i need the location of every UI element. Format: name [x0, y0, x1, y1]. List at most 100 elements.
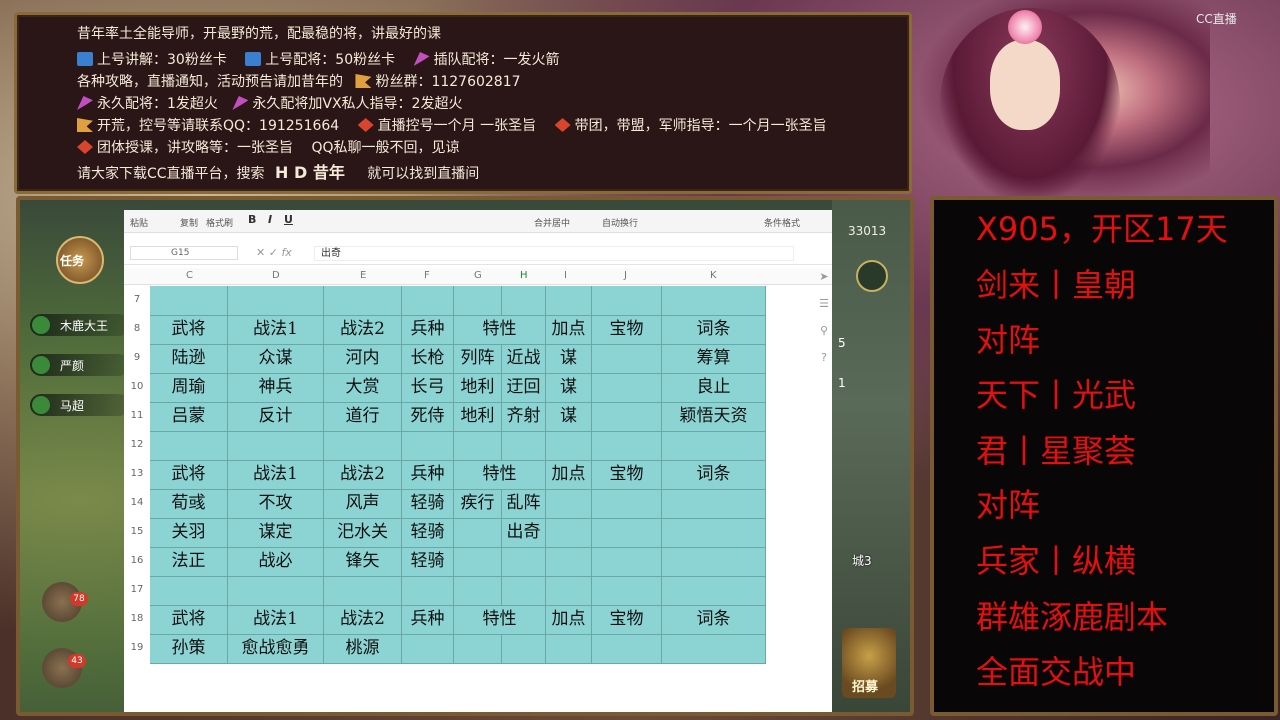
table-cell[interactable] [592, 286, 662, 315]
table-cell[interactable]: 宝物 [592, 460, 662, 489]
table-cell[interactable]: 桃源 [324, 634, 402, 663]
row-number[interactable]: 11 [124, 410, 150, 421]
table-cell[interactable]: 战法2 [324, 315, 402, 344]
table-cell[interactable] [546, 634, 592, 663]
table-cell[interactable] [546, 489, 592, 518]
table-cell[interactable] [592, 373, 662, 402]
table-cell[interactable]: 谋定 [228, 518, 324, 547]
row-number[interactable]: 12 [124, 439, 150, 450]
table-cell[interactable]: 迂回 [502, 373, 546, 402]
table-cell[interactable]: 词条 [662, 460, 766, 489]
table-cell[interactable] [402, 576, 454, 605]
table-cell[interactable]: 轻骑 [402, 489, 454, 518]
column-label[interactable]: H [520, 270, 528, 281]
table-cell[interactable] [546, 547, 592, 576]
table-cell[interactable]: 大赏 [324, 373, 402, 402]
table-cell[interactable]: 兵种 [402, 315, 454, 344]
table-cell[interactable] [402, 286, 454, 315]
table-cell[interactable] [546, 431, 592, 460]
table-cell[interactable]: 战法1 [228, 315, 324, 344]
table-cell[interactable]: 近战 [502, 344, 546, 373]
table-cell[interactable]: 道行 [324, 402, 402, 431]
table-cell[interactable]: 长弓 [402, 373, 454, 402]
table-cell[interactable]: 颖悟天资 [662, 402, 766, 431]
table-cell[interactable] [592, 547, 662, 576]
table-cell[interactable] [454, 576, 502, 605]
table-cell[interactable] [546, 518, 592, 547]
table-cell[interactable] [662, 286, 766, 315]
row-number[interactable]: 13 [124, 468, 150, 479]
table-cell[interactable]: 法正 [150, 547, 228, 576]
table-cell[interactable] [502, 431, 546, 460]
table-cell[interactable]: 筹算 [662, 344, 766, 373]
table-cell[interactable]: 特性 [454, 605, 546, 634]
row-number[interactable]: 8 [124, 323, 150, 334]
table-cell[interactable]: 轻骑 [402, 547, 454, 576]
table-cell[interactable]: 谋 [546, 373, 592, 402]
table-cell[interactable]: 陆逊 [150, 344, 228, 373]
table-cell[interactable]: 出奇 [502, 518, 546, 547]
row-number[interactable]: 10 [124, 381, 150, 392]
table-cell[interactable]: 武将 [150, 605, 228, 634]
row-number[interactable]: 14 [124, 497, 150, 508]
table-cell[interactable] [454, 634, 502, 663]
table-cell[interactable]: 特性 [454, 315, 546, 344]
table-cell[interactable]: 汜水关 [324, 518, 402, 547]
table-cell[interactable]: 宝物 [592, 605, 662, 634]
table-cell[interactable]: 武将 [150, 315, 228, 344]
row-number[interactable]: 19 [124, 642, 150, 653]
table-cell[interactable] [592, 576, 662, 605]
cell-reference-box[interactable]: G15 [130, 246, 238, 260]
column-label[interactable]: E [360, 270, 366, 281]
table-cell[interactable] [546, 286, 592, 315]
underline-button[interactable]: U [284, 213, 293, 226]
table-cell[interactable]: 特性 [454, 460, 546, 489]
column-label[interactable]: C [186, 270, 193, 281]
table-cell[interactable]: 战必 [228, 547, 324, 576]
help-icon[interactable]: ? [814, 351, 834, 364]
table-cell[interactable]: 锋矢 [324, 547, 402, 576]
row-number[interactable]: 7 [124, 294, 150, 305]
table-cell[interactable] [150, 576, 228, 605]
table-cell[interactable]: 关羽 [150, 518, 228, 547]
column-label[interactable]: D [272, 270, 280, 281]
table-cell[interactable] [502, 547, 546, 576]
hero-item[interactable]: 马超 [30, 394, 130, 416]
table-cell[interactable]: 战法1 [228, 605, 324, 634]
table-cell[interactable] [324, 286, 402, 315]
row-number[interactable]: 15 [124, 526, 150, 537]
merge-center-button[interactable]: 合并居中 [534, 216, 570, 229]
table-cell[interactable]: 良止 [662, 373, 766, 402]
table-cell[interactable] [150, 286, 228, 315]
column-label[interactable]: J [624, 270, 627, 281]
column-label[interactable]: G [474, 270, 482, 281]
table-cell[interactable]: 神兵 [228, 373, 324, 402]
table-cell[interactable] [454, 286, 502, 315]
table-cell[interactable]: 死侍 [402, 402, 454, 431]
table-cell[interactable]: 疾行 [454, 489, 502, 518]
table-cell[interactable]: 兵种 [402, 605, 454, 634]
table-cell[interactable] [546, 576, 592, 605]
table-cell[interactable] [592, 431, 662, 460]
table-cell[interactable]: 列阵 [454, 344, 502, 373]
table-cell[interactable]: 河内 [324, 344, 402, 373]
table-cell[interactable]: 武将 [150, 460, 228, 489]
table-cell[interactable] [502, 286, 546, 315]
table-cell[interactable] [662, 489, 766, 518]
table-cell[interactable]: 战法1 [228, 460, 324, 489]
table-cell[interactable]: 孙策 [150, 634, 228, 663]
table-cell[interactable]: 地利 [454, 402, 502, 431]
format-painter-button[interactable]: 格式刷 [206, 216, 233, 229]
wrap-text-button[interactable]: 自动换行 [602, 216, 638, 229]
table-cell[interactable]: 词条 [662, 315, 766, 344]
table-cell[interactable]: 长枪 [402, 344, 454, 373]
table-cell[interactable]: 词条 [662, 605, 766, 634]
table-cell[interactable] [662, 634, 766, 663]
table-cell[interactable]: 宝物 [592, 315, 662, 344]
column-label[interactable]: K [710, 270, 717, 281]
table-cell[interactable]: 战法2 [324, 605, 402, 634]
table-cell[interactable] [592, 518, 662, 547]
table-cell[interactable] [592, 344, 662, 373]
table-cell[interactable]: 兵种 [402, 460, 454, 489]
column-label[interactable]: I [564, 270, 567, 281]
